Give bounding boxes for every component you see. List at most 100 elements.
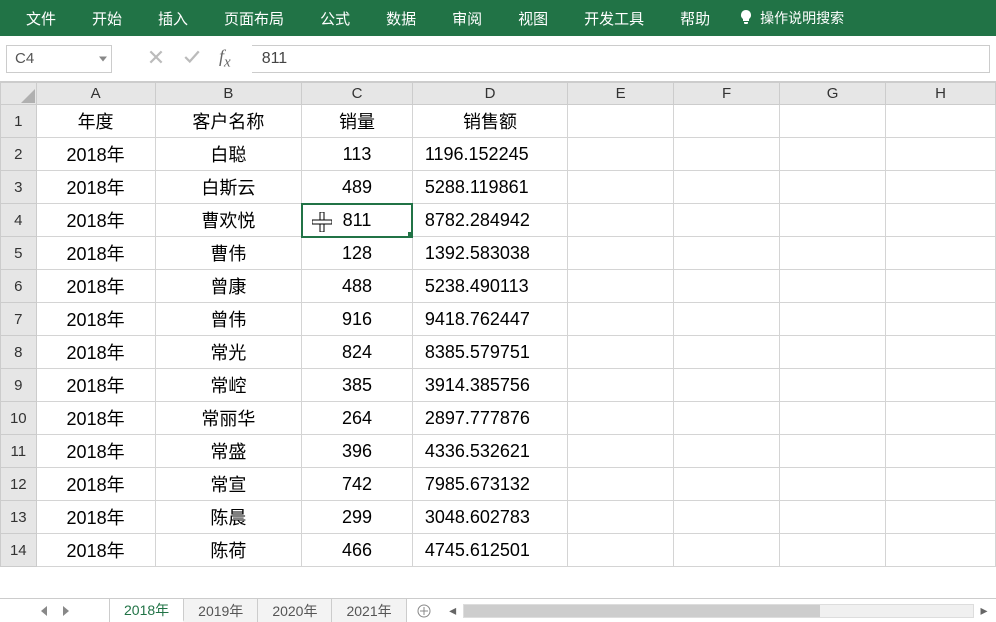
- cell-E1[interactable]: [568, 105, 674, 138]
- row-header[interactable]: 1: [1, 105, 37, 138]
- cell-G5[interactable]: [780, 237, 886, 270]
- cell-A1[interactable]: 年度: [36, 105, 155, 138]
- cell-B10[interactable]: 常丽华: [155, 402, 302, 435]
- scroll-thumb[interactable]: [464, 605, 821, 617]
- cell-C4[interactable]: 811: [302, 204, 413, 237]
- sheet-tab-2019年[interactable]: 2019年: [184, 599, 258, 622]
- cell-A4[interactable]: 2018年: [36, 204, 155, 237]
- cell-F13[interactable]: [674, 501, 780, 534]
- sheet-tab-2021年[interactable]: 2021年: [332, 599, 406, 622]
- cell-D13[interactable]: 3048.602783: [412, 501, 567, 534]
- cell-G6[interactable]: [780, 270, 886, 303]
- cell-A2[interactable]: 2018年: [36, 138, 155, 171]
- cell-G8[interactable]: [780, 336, 886, 369]
- horizontal-scrollbar[interactable]: ◂ ▸: [441, 599, 996, 622]
- cell-G13[interactable]: [780, 501, 886, 534]
- cell-C14[interactable]: 466: [302, 534, 413, 567]
- cell-B5[interactable]: 曹伟: [155, 237, 302, 270]
- cell-F4[interactable]: [674, 204, 780, 237]
- cell-C9[interactable]: 385: [302, 369, 413, 402]
- cell-H13[interactable]: [886, 501, 996, 534]
- cell-D3[interactable]: 5288.119861: [412, 171, 567, 204]
- cell-G2[interactable]: [780, 138, 886, 171]
- cell-B3[interactable]: 白斯云: [155, 171, 302, 204]
- cell-H11[interactable]: [886, 435, 996, 468]
- sheet-nav[interactable]: [0, 599, 110, 622]
- column-header-H[interactable]: H: [886, 83, 996, 105]
- cell-E4[interactable]: [568, 204, 674, 237]
- cell-G4[interactable]: [780, 204, 886, 237]
- cell-C5[interactable]: 128: [302, 237, 413, 270]
- cell-B8[interactable]: 常光: [155, 336, 302, 369]
- fx-icon[interactable]: fx: [219, 46, 231, 72]
- cell-B7[interactable]: 曾伟: [155, 303, 302, 336]
- name-box[interactable]: C4: [6, 45, 112, 73]
- row-header[interactable]: 11: [1, 435, 37, 468]
- cell-G10[interactable]: [780, 402, 886, 435]
- cell-A11[interactable]: 2018年: [36, 435, 155, 468]
- cell-H8[interactable]: [886, 336, 996, 369]
- cancel-icon[interactable]: [147, 48, 165, 69]
- row-header[interactable]: 7: [1, 303, 37, 336]
- cell-A10[interactable]: 2018年: [36, 402, 155, 435]
- column-header-C[interactable]: C: [302, 83, 413, 105]
- cell-D2[interactable]: 1196.152245: [412, 138, 567, 171]
- cell-D6[interactable]: 5238.490113: [412, 270, 567, 303]
- cell-D1[interactable]: 销售额: [412, 105, 567, 138]
- cell-D7[interactable]: 9418.762447: [412, 303, 567, 336]
- cell-F14[interactable]: [674, 534, 780, 567]
- cell-B1[interactable]: 客户名称: [155, 105, 302, 138]
- cell-E8[interactable]: [568, 336, 674, 369]
- cell-C8[interactable]: 824: [302, 336, 413, 369]
- cell-F3[interactable]: [674, 171, 780, 204]
- cell-D5[interactable]: 1392.583038: [412, 237, 567, 270]
- row-header[interactable]: 6: [1, 270, 37, 303]
- cell-E2[interactable]: [568, 138, 674, 171]
- cell-F6[interactable]: [674, 270, 780, 303]
- cell-B12[interactable]: 常宣: [155, 468, 302, 501]
- spreadsheet-grid[interactable]: ABCDEFGH1年度客户名称销量销售额22018年白聪1131196.1522…: [0, 82, 996, 598]
- cell-F10[interactable]: [674, 402, 780, 435]
- cell-A14[interactable]: 2018年: [36, 534, 155, 567]
- cell-H1[interactable]: [886, 105, 996, 138]
- cell-E5[interactable]: [568, 237, 674, 270]
- cell-D11[interactable]: 4336.532621: [412, 435, 567, 468]
- cell-G1[interactable]: [780, 105, 886, 138]
- cell-B4[interactable]: 曹欢悦: [155, 204, 302, 237]
- cell-F8[interactable]: [674, 336, 780, 369]
- cell-A7[interactable]: 2018年: [36, 303, 155, 336]
- cell-F2[interactable]: [674, 138, 780, 171]
- ribbon-tab-review[interactable]: 审阅: [434, 0, 500, 36]
- column-header-E[interactable]: E: [568, 83, 674, 105]
- cell-D12[interactable]: 7985.673132: [412, 468, 567, 501]
- cell-H7[interactable]: [886, 303, 996, 336]
- cell-D4[interactable]: 8782.284942: [412, 204, 567, 237]
- row-header[interactable]: 13: [1, 501, 37, 534]
- cell-C10[interactable]: 264: [302, 402, 413, 435]
- cell-H12[interactable]: [886, 468, 996, 501]
- cell-H4[interactable]: [886, 204, 996, 237]
- cell-H14[interactable]: [886, 534, 996, 567]
- ribbon-tab-devtools[interactable]: 开发工具: [566, 0, 662, 36]
- cell-D10[interactable]: 2897.777876: [412, 402, 567, 435]
- cell-F7[interactable]: [674, 303, 780, 336]
- add-sheet-button[interactable]: [407, 599, 441, 622]
- cell-E10[interactable]: [568, 402, 674, 435]
- cell-C2[interactable]: 113: [302, 138, 413, 171]
- cell-G9[interactable]: [780, 369, 886, 402]
- cell-A13[interactable]: 2018年: [36, 501, 155, 534]
- cell-H10[interactable]: [886, 402, 996, 435]
- cell-D8[interactable]: 8385.579751: [412, 336, 567, 369]
- cell-F1[interactable]: [674, 105, 780, 138]
- cell-A12[interactable]: 2018年: [36, 468, 155, 501]
- column-header-G[interactable]: G: [780, 83, 886, 105]
- ribbon-tab-formula[interactable]: 公式: [302, 0, 368, 36]
- ribbon-tab-view[interactable]: 视图: [500, 0, 566, 36]
- cell-B11[interactable]: 常盛: [155, 435, 302, 468]
- cell-G11[interactable]: [780, 435, 886, 468]
- cell-H6[interactable]: [886, 270, 996, 303]
- cell-C6[interactable]: 488: [302, 270, 413, 303]
- cell-F5[interactable]: [674, 237, 780, 270]
- cell-B6[interactable]: 曾康: [155, 270, 302, 303]
- row-header[interactable]: 2: [1, 138, 37, 171]
